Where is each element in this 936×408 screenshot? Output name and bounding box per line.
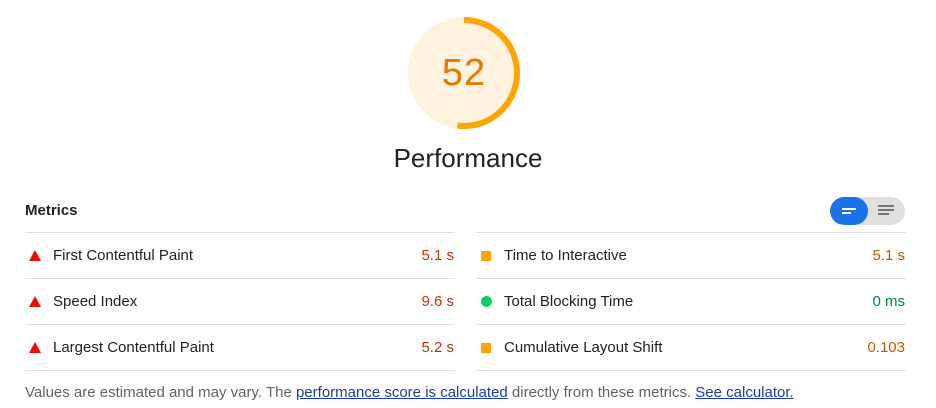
metric-name: Total Blocking Time [504,293,634,310]
metric-row-tbt: Total Blocking Time 0 ms [476,278,906,324]
metric-row-cls: Cumulative Layout Shift 0.103 [476,324,906,371]
footnote-text: Values are estimated and may vary. The [25,384,296,401]
metrics-title: Metrics [25,202,78,219]
metric-value: 9.6 s [421,293,454,310]
metric-row-tti: Time to Interactive 5.1 s [476,232,906,278]
gauge-score: 52 [441,51,487,94]
metric-name: Largest Contentful Paint [53,339,214,356]
expanded-view-icon [878,205,895,215]
metric-value: 5.1 s [872,247,905,264]
pass-circle-icon [478,294,494,310]
gauge-category-title: Performance [393,143,543,173]
compact-view-icon [841,208,856,214]
fail-triangle-icon [27,248,43,264]
metric-value: 5.2 s [421,339,454,356]
metric-value: 5.1 s [421,247,454,264]
see-calculator-link[interactable]: See calculator. [695,384,793,401]
metrics-left-column: First Contentful Paint 5.1 s Speed Index… [25,232,455,371]
performance-gauge: 52 [407,16,521,130]
metric-row-si: Speed Index 9.6 s [25,278,455,324]
fail-triangle-icon [27,340,43,356]
metric-name: Time to Interactive [504,247,627,264]
fail-triangle-icon [27,294,43,310]
average-square-icon [478,248,494,264]
metric-row-fcp: First Contentful Paint 5.1 s [25,232,455,278]
average-square-icon [478,340,494,356]
metrics-footnote: Values are estimated and may vary. The p… [25,384,794,401]
metrics-right-column: Time to Interactive 5.1 s Total Blocking… [476,232,906,371]
compact-view-toggle[interactable] [830,197,868,225]
expanded-view-toggle[interactable] [868,197,906,225]
metrics-view-toggle[interactable] [830,197,905,225]
metric-name: Speed Index [53,293,138,310]
metric-name: Cumulative Layout Shift [504,339,663,356]
metric-value: 0.103 [867,339,905,356]
metric-name: First Contentful Paint [53,247,194,264]
metric-row-lcp: Largest Contentful Paint 5.2 s [25,324,455,371]
score-calculation-link[interactable]: performance score is calculated [296,384,508,401]
footnote-text: directly from these metrics. [507,384,696,401]
metric-value: 0 ms [872,293,905,310]
